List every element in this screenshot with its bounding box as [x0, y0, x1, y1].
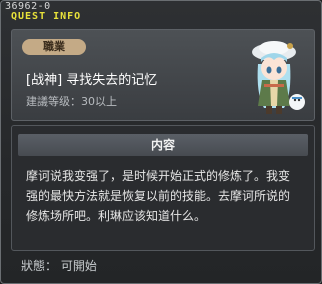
- job-badge: 職業: [22, 39, 86, 55]
- description-line: 修炼场所吧。利琳应该知道什么。: [26, 209, 207, 223]
- quest-info-window: 36962-0 QUEST INFO 職業 [战神] 寻找失去的记忆 建議等级：…: [0, 0, 322, 284]
- npc-portrait-icon: [252, 41, 305, 114]
- recommended-level: 建議等级：30以上: [26, 95, 117, 108]
- description-line: 强的最快方法就是恢复以前的技能。去摩诃所说的: [26, 189, 291, 203]
- window-title: QUEST INFO: [11, 11, 82, 22]
- quest-description: 摩诃说我变强了，是时候开始正式的修炼了。我变 强的最快方法就是恢复以前的技能。去…: [26, 166, 306, 226]
- quest-content-panel: 内容 摩诃说我变强了，是时候开始正式的修炼了。我变 强的最快方法就是恢复以前的技…: [11, 125, 315, 251]
- content-header: 内容: [18, 134, 308, 156]
- quest-name: [战神] 寻找失去的记忆: [26, 73, 158, 88]
- description-line: 摩诃说我变强了，是时候开始正式的修炼了。我变: [26, 169, 291, 183]
- quest-status: 狀態： 可開始: [21, 259, 97, 273]
- quest-header-panel: 職業 [战神] 寻找失去的记忆 建議等级：30以上: [11, 29, 315, 121]
